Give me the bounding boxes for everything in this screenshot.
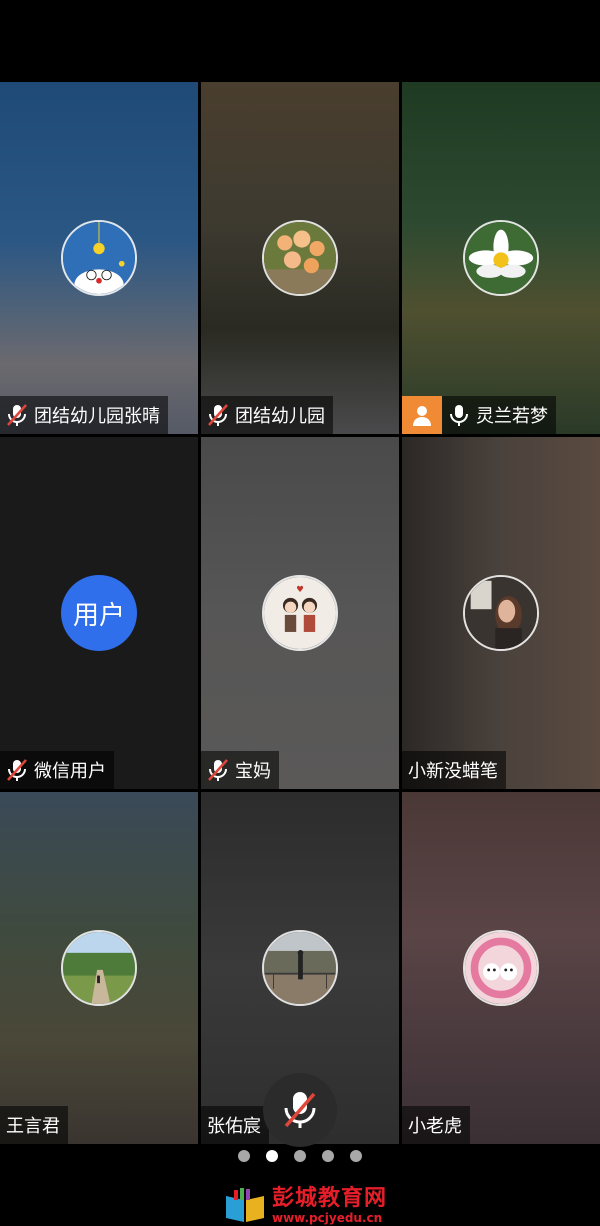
mic-toggle-button[interactable] [263, 1073, 337, 1147]
park-path-avatar [61, 930, 137, 1006]
page-dot[interactable] [238, 1150, 250, 1162]
mic-muted-icon [284, 1092, 316, 1128]
page-dot[interactable] [322, 1150, 334, 1162]
participant-name: 灵兰若梦 [476, 406, 548, 427]
text-avatar: 用户 [61, 575, 137, 651]
participant-label: 宝妈 [201, 751, 279, 789]
participant-name: 宝妈 [235, 761, 271, 782]
participant-label: 团结幼儿园张晴 [0, 396, 168, 434]
flower-bush-avatar [262, 220, 338, 296]
person-icon [413, 406, 431, 426]
page-dot[interactable] [350, 1150, 362, 1162]
participant-tile[interactable]: 用户 微信用户 [0, 437, 198, 789]
puppies-wreath-avatar [463, 930, 539, 1006]
watermark: 彭城教育网 www.pcjyedu.cn [224, 1188, 387, 1224]
bridge-photo-avatar [262, 930, 338, 1006]
participant-tile[interactable]: 团结幼儿园 [201, 82, 399, 434]
portrait-avatar [463, 575, 539, 651]
participant-tile[interactable]: 小新没蜡笔 [402, 437, 600, 789]
participant-name: 小老虎 [408, 1116, 462, 1137]
svg-text:♥: ♥ [296, 585, 304, 595]
watermark-title: 彭城教育网 [272, 1186, 388, 1211]
doraemon-avatar [61, 220, 137, 296]
participant-tile[interactable]: 灵兰若梦 [402, 82, 600, 434]
participant-tile[interactable]: 团结幼儿园张晴 [0, 82, 198, 434]
watermark-url: www.pcjyedu.cn [272, 1211, 383, 1225]
participant-label: 灵兰若梦 [402, 396, 556, 434]
participant-label: 小新没蜡笔 [402, 751, 506, 789]
cartoon-couple-avatar: ♥ [262, 575, 338, 651]
participant-grid: 团结幼儿园张晴 团结幼儿园 灵兰若梦 用户 微信用户 ♥ 宝妈 小新没蜡笔 王言… [0, 82, 600, 1144]
participant-tile[interactable]: ♥ 宝妈 [201, 437, 399, 789]
mic-muted-icon [207, 758, 229, 782]
page-dot-active[interactable] [266, 1150, 278, 1162]
participant-label: 小老虎 [402, 1106, 470, 1144]
participant-name: 团结幼儿园 [235, 406, 325, 427]
mic-muted-icon [207, 403, 229, 427]
mic-muted-icon [6, 403, 28, 427]
participant-label: 张佑宸 [201, 1106, 269, 1144]
page-dot[interactable] [294, 1150, 306, 1162]
participant-name: 微信用户 [34, 761, 106, 782]
participant-tile[interactable]: 小老虎 [402, 792, 600, 1144]
participant-name: 王言君 [6, 1116, 60, 1137]
participant-name: 团结幼儿园张晴 [34, 406, 160, 427]
book-logo-icon [226, 1188, 264, 1222]
participant-tile[interactable]: 王言君 [0, 792, 198, 1144]
mic-muted-icon [6, 758, 28, 782]
participant-label: 团结幼儿园 [201, 396, 333, 434]
participant-label: 微信用户 [0, 751, 114, 789]
host-badge [402, 396, 442, 434]
participant-label: 王言君 [0, 1106, 68, 1144]
participant-name: 张佑宸 [207, 1116, 261, 1137]
page-indicator[interactable] [0, 1150, 600, 1162]
lotus-avatar [463, 220, 539, 296]
mic-icon [448, 403, 470, 427]
participant-name: 小新没蜡笔 [408, 761, 498, 782]
